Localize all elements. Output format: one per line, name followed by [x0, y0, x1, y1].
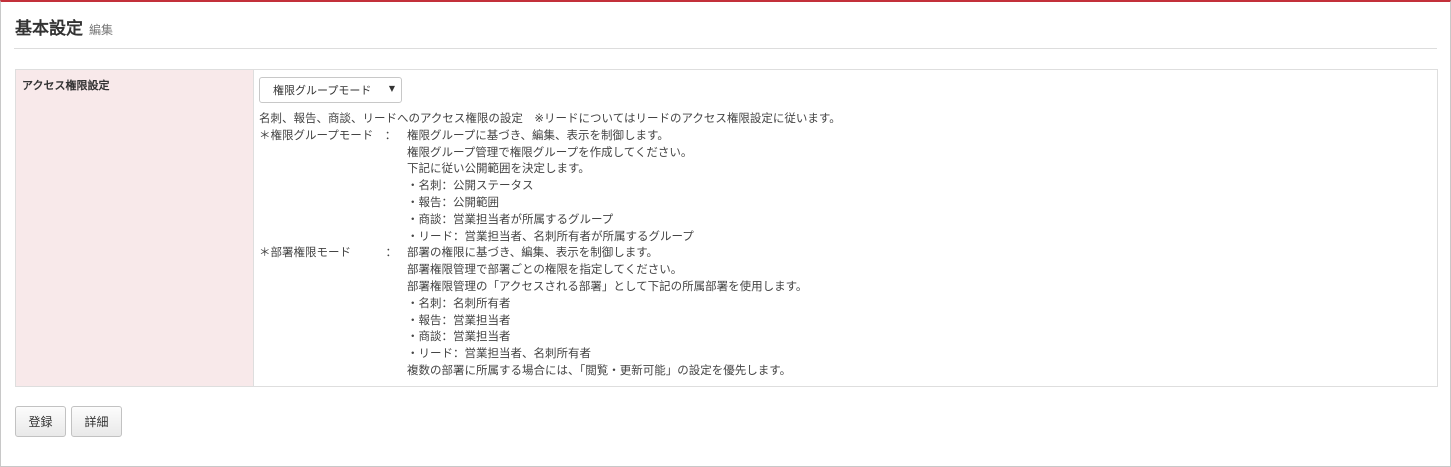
access-setting-description: 名刺、報告、商談、リードへのアクセス権限の設定 ※リードについてはリードのアクセ… [259, 110, 1437, 379]
mode-line: 権限グループ管理で権限グループを作成してください。 [407, 144, 693, 159]
page-title: 基本設定 [15, 19, 83, 39]
mode-line: ・報告：公開範囲 [407, 194, 499, 209]
mode-group-permission: ＊権限グループモード ： 権限グループに基づき、編集、表示を制御します。 権限グ… [259, 127, 1437, 245]
mode-line: 複数の部署に所属する場合には、「閲覧・更新可能」の設定を優先します。 [407, 362, 792, 377]
access-mode-select[interactable]: 権限グループモード ▼ [259, 77, 402, 103]
mode-line: 部署の権限に基づき、編集、表示を制御します。 [407, 245, 659, 260]
mode-line: ・報告：営業担当者 [407, 312, 511, 327]
mode-name: ＊権限グループモード ： [259, 127, 397, 142]
mode-line: 部署権限管理で部署ごとの権限を指定してください。 [407, 262, 683, 277]
page-header: 基本設定 編集 [15, 14, 113, 44]
description-intro: 名刺、報告、商談、リードへのアクセス権限の設定 ※リードについてはリードのアクセ… [259, 111, 841, 125]
mode-department-permission: ＊部署権限モード ： 部署の権限に基づき、編集、表示を制御します。 部署権限管理… [259, 244, 1437, 378]
header-divider [14, 48, 1437, 49]
settings-table: アクセス権限設定 権限グループモード ▼ 名刺、報告、商談、リードへのアクセス権… [15, 69, 1438, 387]
mode-line: 下記に従い公開範囲を決定します。 [407, 161, 590, 176]
mode-lines: 部署の権限に基づき、編集、表示を制御します。 部署権限管理で部署ごとの権限を指定… [407, 244, 807, 378]
mode-line: ・リード：営業担当者、名刺所有者 [407, 346, 591, 361]
mode-line: ・名刺：公開ステータス [407, 178, 534, 193]
page-subtitle: 編集 [89, 23, 114, 37]
mode-line: ・名刺：名刺所有者 [407, 295, 511, 310]
mode-line: 権限グループに基づき、編集、表示を制御します。 [407, 127, 669, 142]
access-setting-value: 権限グループモード ▼ 名刺、報告、商談、リードへのアクセス権限の設定 ※リード… [254, 70, 1437, 386]
access-mode-select-value: 権限グループモード [273, 84, 372, 97]
access-setting-label: アクセス権限設定 [16, 70, 254, 386]
mode-line: ・商談：営業担当者が所属するグループ [407, 211, 614, 226]
triangle-down-icon: ▼ [388, 84, 395, 93]
action-buttons: 登録 詳細 [15, 406, 122, 437]
mode-lines: 権限グループに基づき、編集、表示を制御します。 権限グループ管理で権限グループを… [407, 127, 694, 245]
mode-line: 部署権限管理の「アクセスされる部署」として下記の所属部署を使用します。 [407, 278, 808, 293]
detail-button[interactable]: 詳細 [71, 406, 122, 437]
mode-line: ・リード：営業担当者、名刺所有者が所属するグループ [407, 228, 694, 243]
mode-line: ・商談：営業担当者 [407, 329, 511, 344]
register-button[interactable]: 登録 [15, 406, 66, 437]
mode-name: ＊部署権限モード ： [259, 245, 397, 260]
